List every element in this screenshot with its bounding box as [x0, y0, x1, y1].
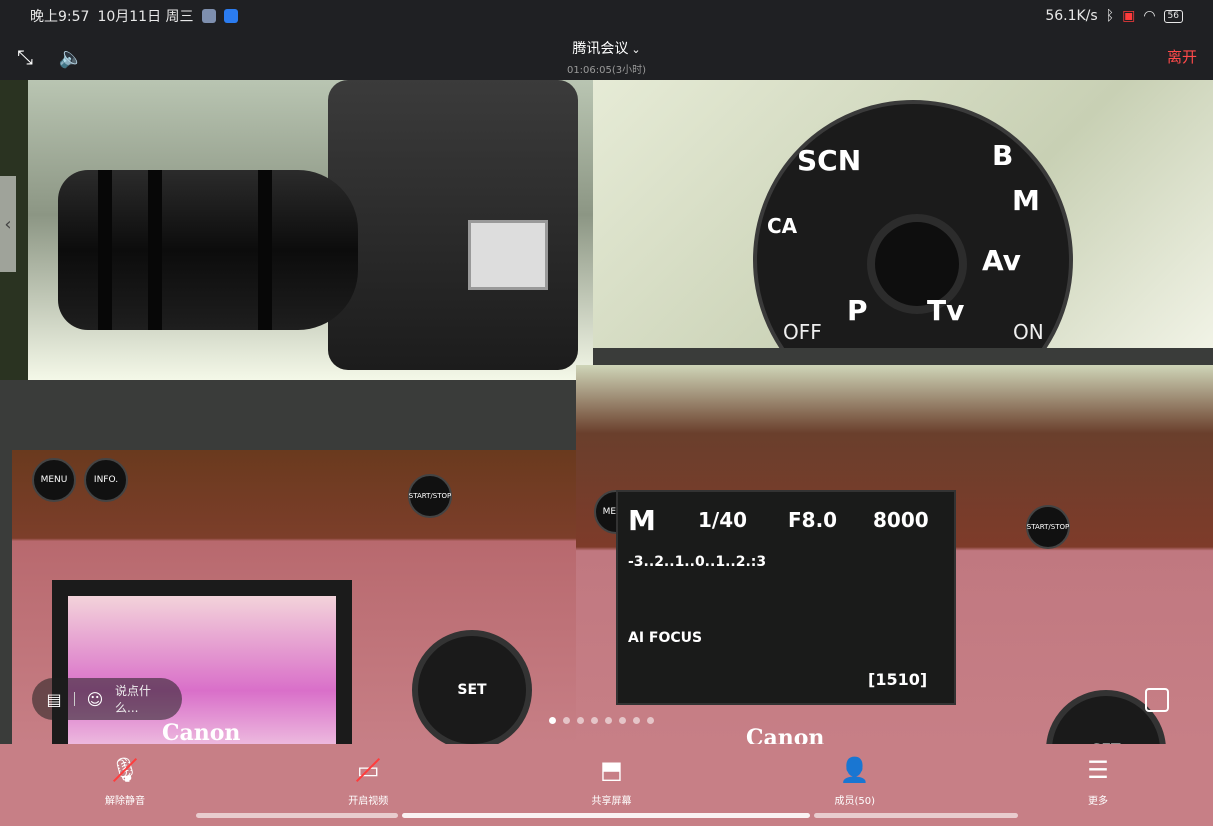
- lcd-aperture: F8.0: [788, 508, 838, 532]
- dial-label: P: [847, 294, 868, 327]
- camera-lens: [58, 170, 358, 330]
- chat-divider: [74, 692, 75, 706]
- dial-label: Av: [982, 244, 1021, 277]
- lock-screen-icon[interactable]: [1145, 688, 1169, 712]
- wifi-icon: ◠: [1143, 8, 1156, 24]
- page-dot[interactable]: [577, 717, 584, 724]
- bluetooth-icon: ᛒ: [1105, 8, 1115, 24]
- brand-logo-text: Canon: [746, 725, 825, 744]
- page-dot[interactable]: [591, 717, 598, 724]
- chevron-left-icon[interactable]: ‹: [4, 214, 11, 235]
- share-screen-label: 共享屏幕: [591, 796, 632, 807]
- home-bar-segment: [402, 813, 810, 818]
- camera-settings-lcd: M 1/40 F8.0 8000 -3..2..1..0..1..2.:3 AI…: [616, 490, 956, 705]
- set-button-label: SET: [412, 630, 532, 744]
- chat-bar[interactable]: ▤ ☺ 说点什么...: [32, 678, 182, 720]
- status-bar: 晚上9:57 10月11日 周三 56.1K/s ᛒ ▣ ◠ 56: [0, 0, 1213, 32]
- home-indicator: [0, 813, 1213, 819]
- unmute-label: 解除静音: [105, 796, 145, 807]
- info-button-label: INFO.: [84, 458, 128, 502]
- video-tile-camera-back-right[interactable]: MENU INFO. START/STOP M 1/40 F8.0 8000 -…: [576, 365, 1213, 744]
- page-dot[interactable]: [549, 717, 556, 724]
- dial-label: M: [1012, 184, 1040, 217]
- meeting-app-icon: [223, 9, 238, 23]
- start-stop-label: START/STOP: [408, 474, 452, 518]
- status-time: 晚上9:57: [30, 9, 90, 25]
- emoji-icon[interactable]: ☺: [83, 687, 107, 711]
- dial-label: SCN: [797, 144, 862, 177]
- share-screen-icon: ⬒: [600, 756, 623, 784]
- page-dot[interactable]: [633, 717, 640, 724]
- recording-icon: ▣: [1122, 8, 1136, 24]
- lcd-mode: M: [628, 504, 656, 537]
- page-dot[interactable]: [563, 717, 570, 724]
- lcd-focus-mode: AI FOCUS: [628, 630, 703, 646]
- app-notification-icon: [201, 9, 216, 23]
- dial-label: B: [992, 139, 1014, 172]
- leave-button[interactable]: 离开: [1167, 46, 1197, 67]
- network-speed: 56.1K/s: [1045, 8, 1098, 24]
- page-dot[interactable]: [619, 717, 626, 724]
- lens-ring: [258, 170, 272, 330]
- lens-ring: [98, 170, 112, 330]
- lcd-iso: 8000: [873, 508, 929, 532]
- page-dot[interactable]: [647, 717, 654, 724]
- power-on-label: ON: [1013, 320, 1044, 344]
- members-label: 成员(50): [834, 796, 876, 807]
- menu-button-label: MENU: [32, 458, 76, 502]
- start-video-label: 开启视频: [348, 796, 389, 807]
- members-icon: 👤: [839, 756, 870, 784]
- dial-label: Tv: [927, 294, 965, 327]
- lcd-exposure-scale: -3..2..1..0..1..2.:3: [628, 554, 767, 570]
- status-date: 10月11日 周三: [97, 9, 194, 25]
- brand-logo-text: Canon: [162, 720, 241, 744]
- hot-shoe: [468, 220, 548, 290]
- page-indicator: [549, 717, 654, 724]
- power-off-label: OFF: [783, 320, 822, 344]
- microphone-muted-icon: 🎙: [109, 754, 141, 786]
- home-bar-segment: [814, 813, 1018, 818]
- video-stage[interactable]: SCN CA B M Av Tv P OFF ON MENU INFO. STA…: [0, 80, 1213, 744]
- lcd-shots-remaining: [1510]: [868, 670, 928, 689]
- camera-body: [328, 80, 578, 370]
- start-stop-label: START/STOP: [1026, 505, 1070, 549]
- dial-label: CA: [767, 214, 798, 238]
- home-bar-segment: [196, 813, 398, 818]
- meeting-duration: 01:06:05(3小时): [566, 65, 647, 76]
- chat-input[interactable]: 说点什么...: [115, 682, 172, 716]
- camera-off-icon: ▭: [352, 754, 384, 786]
- video-tile-camera-top[interactable]: [28, 80, 593, 380]
- chat-list-icon[interactable]: ▤: [42, 687, 66, 711]
- lcd-shutter: 1/40: [698, 508, 748, 532]
- more-label: 更多: [1088, 796, 1108, 807]
- more-menu-icon: ☰: [1087, 756, 1109, 784]
- lens-ring: [148, 170, 162, 330]
- meeting-title[interactable]: 腾讯会议: [572, 41, 628, 57]
- meeting-title-block[interactable]: 腾讯会议 ⌄ 01:06:05(3小时): [0, 38, 1213, 76]
- page-dot[interactable]: [605, 717, 612, 724]
- video-tile-mode-dial[interactable]: SCN CA B M Av Tv P OFF ON: [593, 80, 1213, 348]
- meeting-header: ⤡ 🔈 腾讯会议 ⌄ 01:06:05(3小时) 离开: [0, 32, 1213, 80]
- battery-icon: 56: [1163, 9, 1183, 23]
- side-panel-toggle[interactable]: ‹: [0, 176, 16, 272]
- mode-dial: SCN CA B M Av Tv P: [753, 100, 1073, 348]
- chevron-down-icon[interactable]: ⌄: [631, 43, 640, 56]
